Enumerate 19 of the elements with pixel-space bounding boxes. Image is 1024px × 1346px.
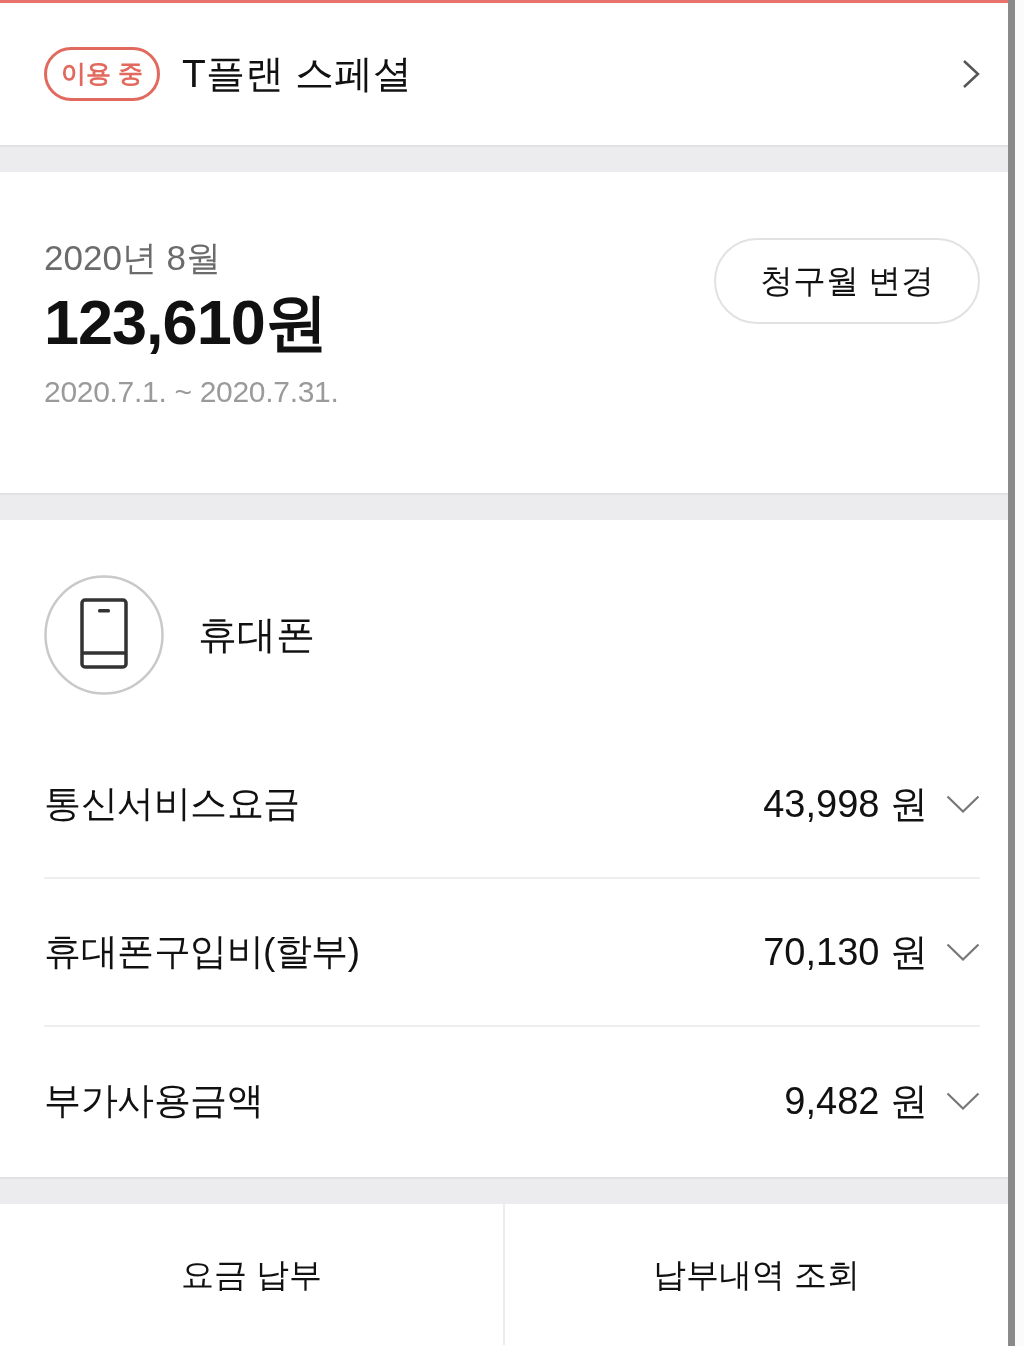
charge-amount: 70,130 원 [763,929,928,975]
charge-label: 휴대폰구입비(할부) [44,930,360,975]
billing-month: 2020년 8월 [44,237,223,279]
charge-label: 통신서비스요금 [44,782,300,827]
chevron-down-icon[interactable] [946,1092,980,1110]
device-label: 휴대폰 [198,611,315,658]
billing-period: 2020.7.1. ~ 2020.7.31. [44,374,339,410]
charge-amount: 9,482 원 [784,1078,928,1124]
charge-label: 부가사용금액 [44,1079,263,1124]
change-month-button[interactable]: 청구월 변경 [714,238,980,324]
chevron-down-icon[interactable] [946,795,980,813]
plan-title[interactable]: T플랜 스페셜 [181,44,412,104]
status-badge: 이용 중 [44,47,160,101]
chevron-right-icon[interactable] [962,59,980,89]
total-amount: 123,610원 [44,286,328,358]
charge-amount: 43,998 원 [763,781,928,827]
phone-icon [44,575,164,695]
scrollbar[interactable] [1008,0,1015,1346]
chevron-down-icon[interactable] [946,943,980,961]
